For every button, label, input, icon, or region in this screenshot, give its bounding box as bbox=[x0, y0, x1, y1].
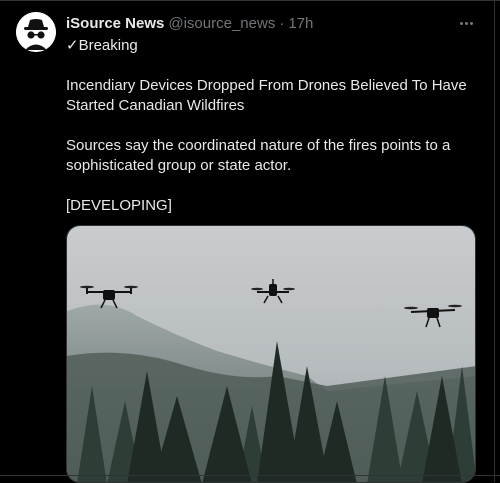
bottom-divider bbox=[0, 475, 500, 476]
dot bbox=[469, 21, 473, 25]
tweet-text: ✓Breaking Incendiary Devices Dropped Fro… bbox=[66, 36, 481, 216]
user-handle[interactable]: @isource_news bbox=[168, 15, 275, 32]
top-divider bbox=[0, 0, 500, 1]
headline: Incendiary Devices Dropped From Drones B… bbox=[66, 77, 467, 114]
display-name[interactable]: iSource News bbox=[66, 15, 164, 32]
status-text: [DEVELOPING] bbox=[66, 197, 172, 214]
tweet-header: iSource News @isource_news · 17h bbox=[66, 13, 313, 33]
more-options-icon[interactable] bbox=[455, 13, 477, 33]
separator: · bbox=[279, 14, 285, 32]
dot bbox=[459, 21, 463, 25]
body-text: Sources say the coordinated nature of th… bbox=[66, 137, 451, 174]
incognito-spy-icon bbox=[16, 12, 56, 52]
dot bbox=[464, 21, 468, 25]
right-divider bbox=[494, 0, 495, 482]
tweet-media[interactable] bbox=[66, 225, 476, 483]
breaking-label: ✓Breaking bbox=[66, 37, 138, 54]
timestamp[interactable]: 17h bbox=[288, 15, 313, 32]
drones-over-forest-image bbox=[67, 226, 475, 482]
avatar[interactable] bbox=[16, 12, 56, 52]
